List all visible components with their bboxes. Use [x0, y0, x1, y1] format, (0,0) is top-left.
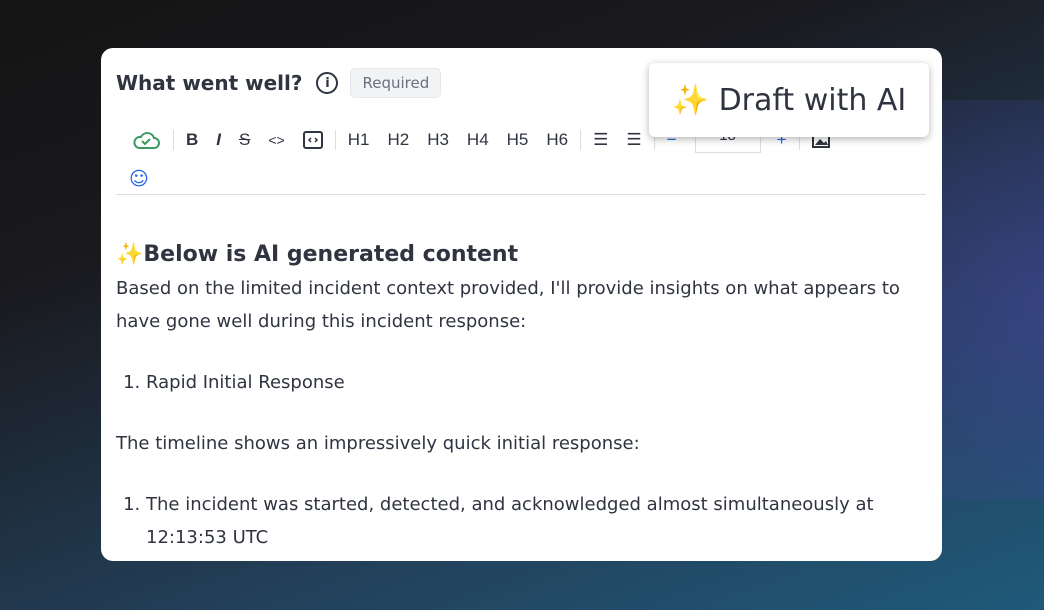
editor-content[interactable]: ✨Below is AI generated content Based on …	[116, 238, 906, 582]
list-1: Rapid Initial Response	[116, 366, 906, 399]
emoji-icon[interactable]: ☺	[129, 168, 149, 190]
draft-with-ai-button[interactable]: ✨ Draft with AI	[649, 63, 929, 137]
h2-button[interactable]: H2	[387, 130, 409, 150]
list-item: The incident was started, detected, and …	[146, 488, 906, 554]
toolbar-divider	[116, 194, 926, 195]
h1-button[interactable]: H1	[348, 130, 370, 150]
bullet-list-icon[interactable]: ☰	[593, 130, 608, 150]
info-icon[interactable]: i	[316, 72, 339, 94]
code-button[interactable]: <>	[268, 132, 284, 148]
field-header: What went well? i Required	[116, 68, 442, 98]
code-block-icon[interactable]	[302, 130, 323, 149]
cloud-saved-icon	[131, 129, 161, 151]
content-heading: ✨Below is AI generated content	[116, 242, 519, 267]
h6-button[interactable]: H6	[546, 130, 568, 150]
divider	[173, 129, 174, 150]
list-item: Rapid Initial Response	[146, 366, 906, 399]
h4-button[interactable]: H4	[467, 130, 489, 150]
numbered-list-icon[interactable]: ☰	[626, 130, 641, 150]
h5-button[interactable]: H5	[507, 130, 529, 150]
strikethrough-button[interactable]: S	[239, 130, 250, 150]
divider	[580, 129, 582, 150]
intro-paragraph: Based on the limited incident context pr…	[116, 278, 900, 332]
h3-button[interactable]: H3	[427, 130, 449, 150]
italic-button[interactable]: I	[216, 130, 221, 150]
required-badge: Required	[350, 68, 442, 98]
list-2: The incident was started, detected, and …	[116, 488, 906, 554]
timeline-paragraph: The timeline shows an impressively quick…	[116, 433, 640, 454]
field-title: What went well?	[116, 71, 303, 95]
bold-button[interactable]: B	[186, 130, 198, 150]
divider	[334, 129, 336, 150]
